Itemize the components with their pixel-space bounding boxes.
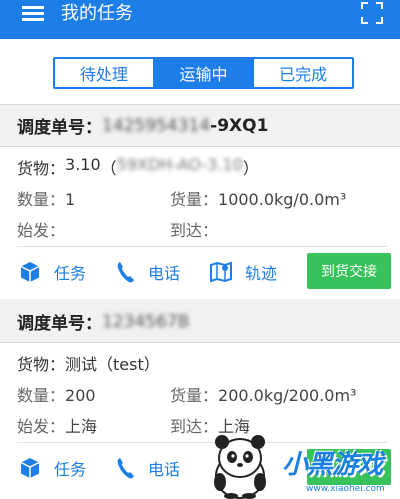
tab-completed[interactable]: 已完成 — [252, 59, 352, 87]
goods-name: 3.10 — [65, 155, 101, 174]
order-label: 调度单号： — [17, 314, 102, 334]
watermark: 小黑游戏 www.xiaohei.com — [282, 444, 400, 499]
task-button[interactable]: 任务 — [18, 260, 86, 284]
quantity-row: 数量：1 货量：1000.0kg/0.0m³ — [17, 186, 400, 209]
page-title: 我的任务 — [61, 3, 133, 24]
cargo-label: 货量： — [170, 386, 219, 405]
tab-in-transit[interactable]: 运输中 — [152, 59, 253, 87]
cargo-value: 1000.0kg/0.0m³ — [218, 190, 347, 209]
task-details: 货物： 3.10 （ 59XDH-AO-3.10 ） 数量：1 货量：1000.… — [0, 147, 400, 246]
watermark-brand: 小黑游戏 — [282, 450, 383, 480]
origin-label: 始发： — [17, 417, 66, 436]
status-segmented-control: 待处理 运输中 已完成 — [53, 57, 354, 89]
goods-paren-close: ） — [242, 159, 259, 178]
route-row: 始发： 到达： — [17, 217, 400, 240]
task-label: 任务 — [54, 460, 87, 479]
quantity-row: 数量：200 货量：200.0kg/200.0m³ — [17, 382, 400, 405]
track-label: 轨迹 — [245, 264, 278, 283]
phone-button[interactable]: 电话 — [116, 260, 180, 284]
deliver-handover-button[interactable]: 到货交接 — [307, 253, 391, 289]
watermark-url: www.xiaohei.com — [306, 484, 385, 494]
menu-icon[interactable] — [22, 6, 44, 22]
card-actions: 任务 电话 轨迹 到货交接 — [0, 247, 400, 299]
panda-mascot-icon — [214, 435, 266, 499]
task-card[interactable]: 调度单号： 1425954314 -9XQ1 货物： 3.10 （ 59XDH-… — [0, 105, 400, 299]
order-header: 调度单号： 1234567B — [0, 301, 400, 343]
phone-icon — [117, 458, 134, 479]
scan-icon[interactable] — [361, 2, 383, 24]
quantity-value: 200 — [65, 386, 96, 405]
box-icon — [20, 458, 40, 478]
task-button[interactable]: 任务 — [18, 456, 86, 480]
box-icon — [20, 262, 40, 282]
goods-row: 货物： 测试（test） — [17, 351, 400, 374]
map-icon — [210, 261, 232, 283]
quantity-label: 数量： — [17, 386, 66, 405]
origin-label: 始发： — [17, 221, 66, 240]
status-tab-bar: 待处理 运输中 已完成 — [0, 39, 400, 105]
phone-label: 电话 — [148, 264, 181, 283]
cargo-label: 货量： — [170, 190, 219, 209]
order-label: 调度单号： — [17, 118, 102, 138]
goods-model-masked: 59XDH-AO-3.10 — [116, 155, 243, 174]
task-label: 任务 — [54, 264, 87, 283]
quantity-value: 1 — [65, 190, 76, 209]
goods-label: 货物： — [17, 355, 66, 374]
goods-paren-open: （ — [100, 159, 117, 178]
goods-text: 测试（test） — [65, 355, 160, 374]
app-bar: 我的任务 — [0, 0, 400, 39]
phone-button[interactable]: 电话 — [116, 456, 180, 480]
dest-label: 到达： — [170, 221, 219, 240]
phone-icon — [117, 262, 134, 283]
order-number-suffix: -9XQ1 — [210, 115, 269, 136]
cargo-value: 200.0kg/200.0m³ — [218, 386, 357, 405]
goods-row: 货物： 3.10 （ 59XDH-AO-3.10 ） — [17, 155, 400, 178]
task-details: 货物： 测试（test） 数量：200 货量：200.0kg/200.0m³ 始… — [0, 343, 400, 442]
quantity-label: 数量： — [17, 190, 66, 209]
tab-pending[interactable]: 待处理 — [55, 59, 153, 87]
order-header: 调度单号： 1425954314 -9XQ1 — [0, 105, 400, 147]
origin-value: 上海 — [65, 417, 98, 436]
order-number-masked: 1425954314 — [102, 115, 211, 136]
track-button[interactable]: 轨迹 — [209, 260, 277, 284]
order-number-masked: 1234567B — [102, 311, 190, 332]
goods-label: 货物： — [17, 159, 66, 178]
phone-label: 电话 — [148, 460, 181, 479]
